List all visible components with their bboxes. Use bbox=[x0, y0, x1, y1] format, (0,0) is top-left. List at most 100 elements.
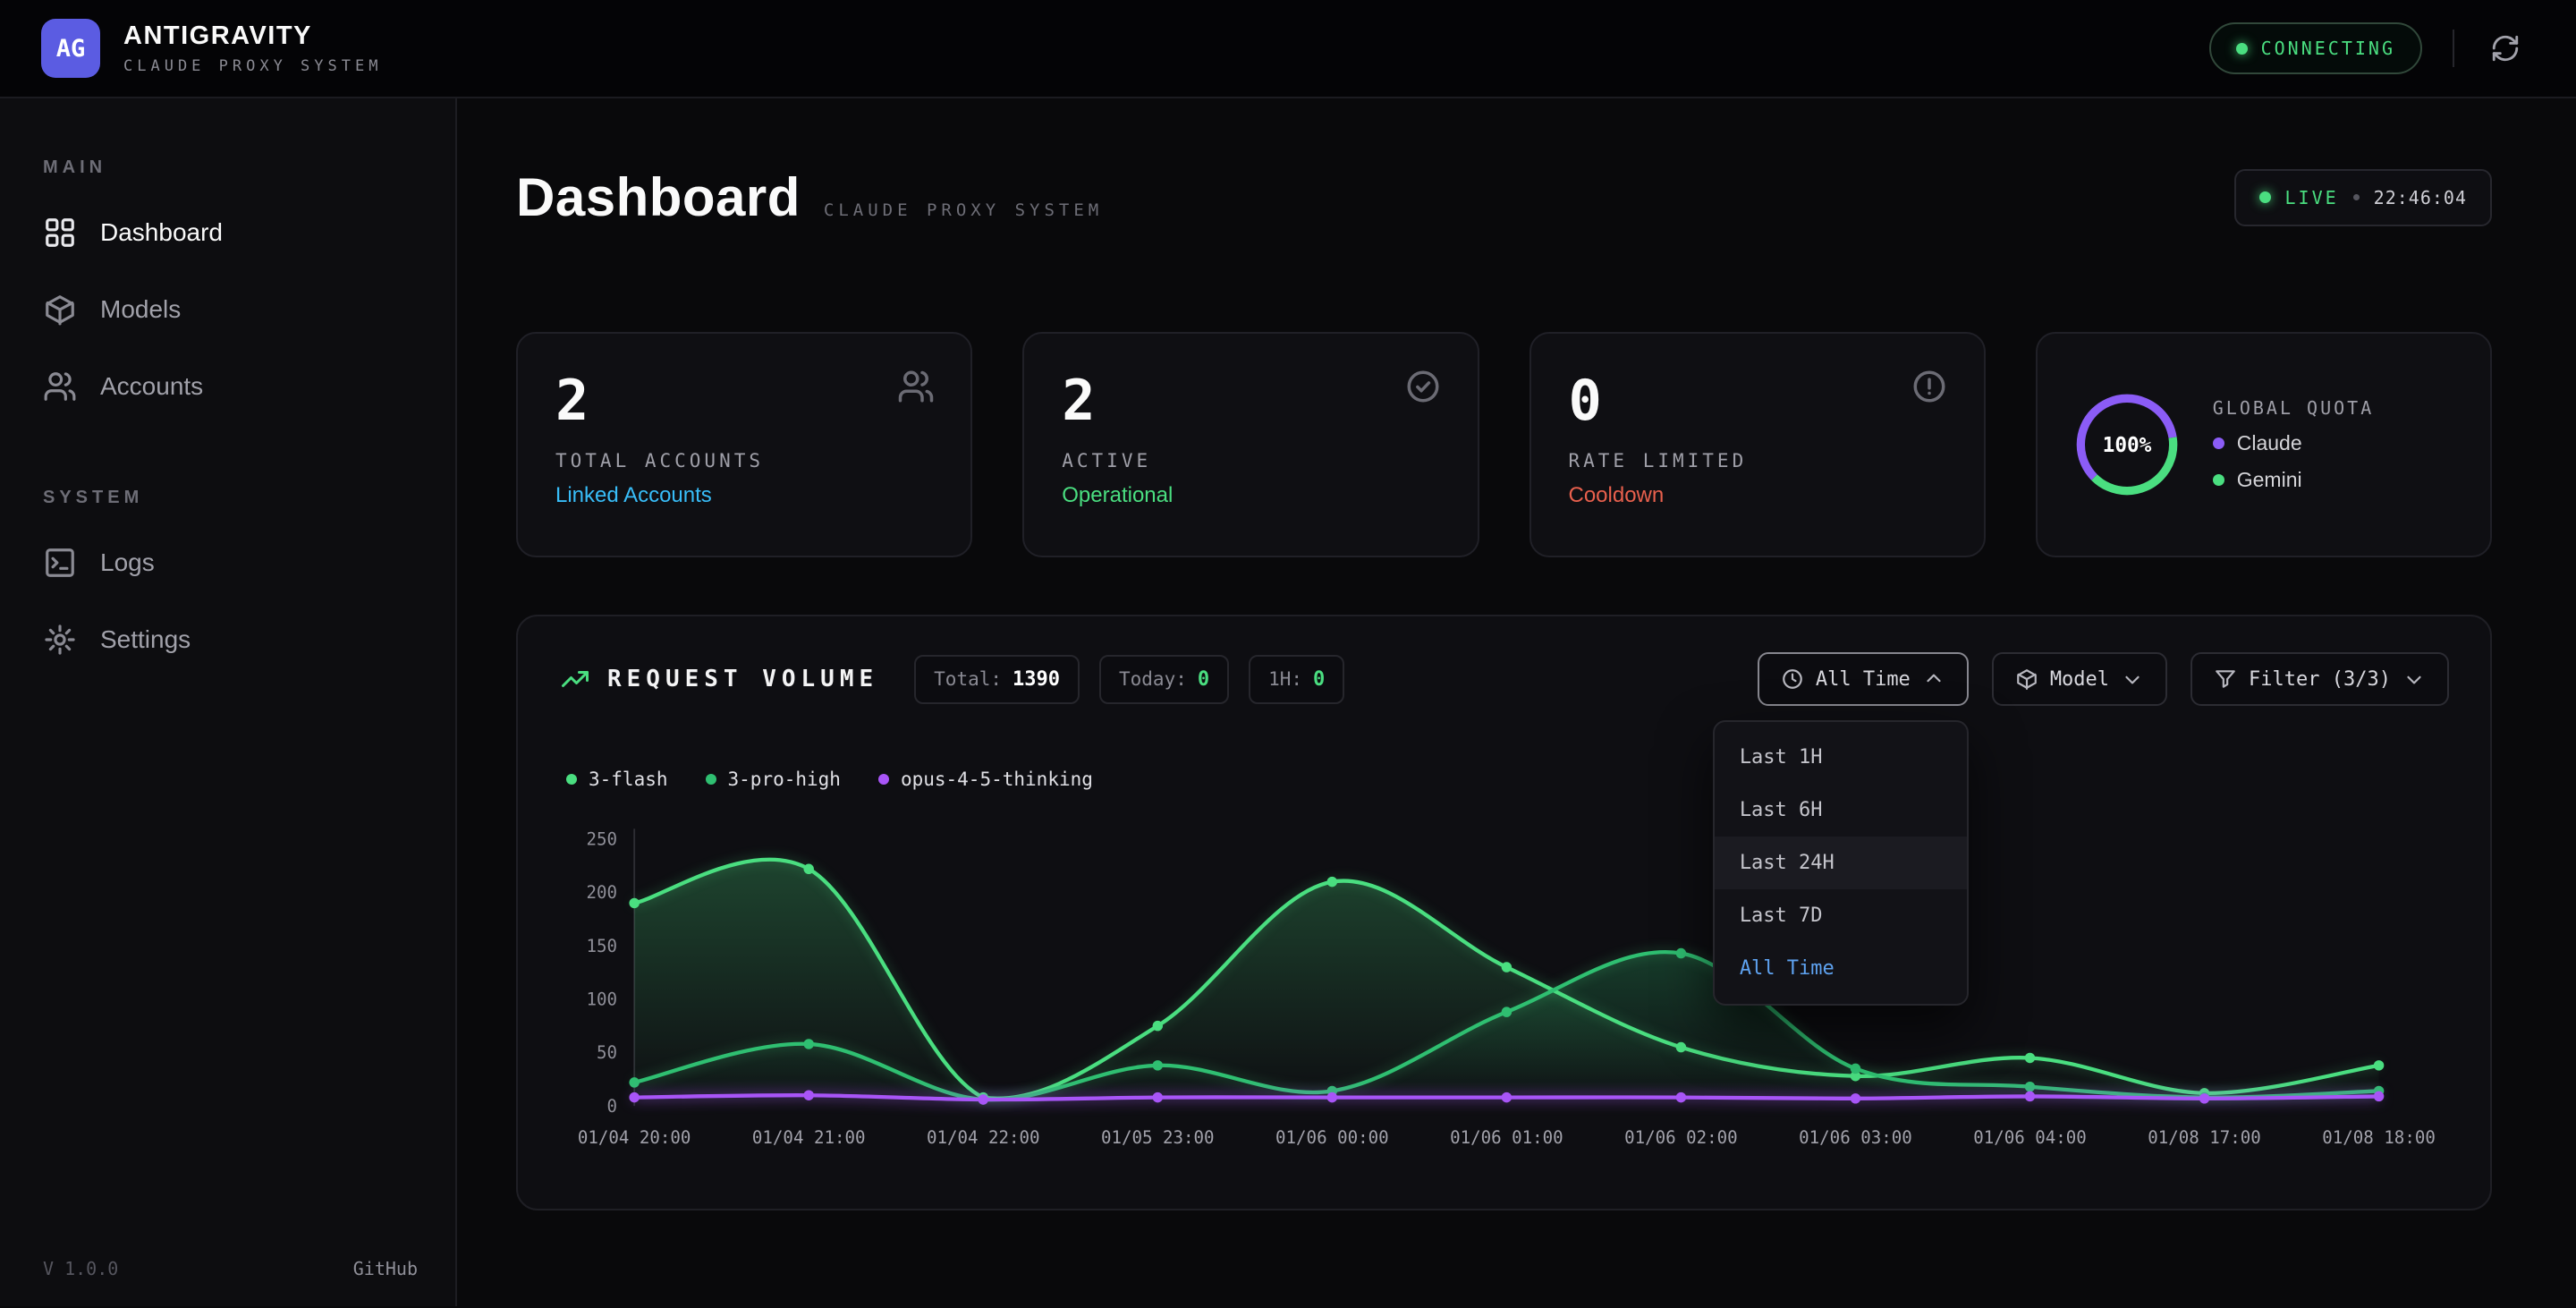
svg-text:01/08 17:00: 01/08 17:00 bbox=[2148, 1127, 2261, 1148]
stat-card-active: 2 ACTIVE Operational bbox=[1022, 332, 1479, 557]
svg-text:01/05 23:00: 01/05 23:00 bbox=[1101, 1127, 1215, 1148]
users-icon bbox=[897, 368, 935, 405]
connection-status-badge: CONNECTING bbox=[2209, 22, 2422, 74]
app-title: ANTIGRAVITY bbox=[123, 21, 382, 51]
chip-today: Today: 0 bbox=[1099, 655, 1229, 704]
sidebar-item-label: Logs bbox=[100, 548, 155, 577]
stat-value: 0 bbox=[1569, 373, 1946, 429]
sidebar-item-logs[interactable]: Logs bbox=[0, 524, 455, 601]
stat-sub: Linked Accounts bbox=[555, 483, 933, 508]
quota-label: GLOBAL QUOTA bbox=[2213, 397, 2375, 419]
funnel-icon bbox=[2214, 667, 2237, 691]
trending-up-icon bbox=[559, 663, 591, 695]
legend-name: 3-pro-high bbox=[728, 769, 841, 790]
users-icon bbox=[43, 369, 77, 403]
sidebar-footer: V 1.0.0 GitHub bbox=[43, 1258, 418, 1279]
chevron-down-icon bbox=[2402, 667, 2426, 691]
time-range-button[interactable]: All Time bbox=[1758, 652, 1969, 706]
chip-label: Today: bbox=[1119, 668, 1187, 690]
stat-label: TOTAL ACCOUNTS bbox=[555, 450, 933, 471]
svg-text:01/08 18:00: 01/08 18:00 bbox=[2322, 1127, 2436, 1148]
legend-name: opus-4-5-thinking bbox=[901, 769, 1093, 790]
svg-text:01/06 00:00: 01/06 00:00 bbox=[1275, 1127, 1389, 1148]
quota-ring-chart: 100% bbox=[2072, 389, 2182, 500]
chip-value: 0 bbox=[1313, 668, 1325, 691]
refresh-icon bbox=[2490, 33, 2521, 64]
sidebar-item-label: Models bbox=[100, 295, 181, 324]
page-subtitle: CLAUDE PROXY SYSTEM bbox=[824, 200, 1103, 220]
sidebar-item-settings[interactable]: Settings bbox=[0, 601, 455, 678]
live-clock: 22:46:04 bbox=[2374, 187, 2467, 208]
legend-item-3-pro-high: 3-pro-high bbox=[706, 769, 841, 790]
sidebar-item-dashboard[interactable]: Dashboard bbox=[0, 194, 455, 271]
svg-text:01/04 21:00: 01/04 21:00 bbox=[752, 1127, 866, 1148]
svg-text:200: 200 bbox=[587, 882, 618, 903]
main-content: Dashboard CLAUDE PROXY SYSTEM LIVE 22:46… bbox=[457, 98, 2576, 1306]
legend-name: 3-flash bbox=[589, 769, 668, 790]
chip-1h: 1H: 0 bbox=[1249, 655, 1344, 704]
chip-total: Total: 1390 bbox=[914, 655, 1080, 704]
connection-status-label: CONNECTING bbox=[2261, 38, 2395, 59]
chip-label: Total: bbox=[934, 668, 1002, 690]
version-label: V 1.0.0 bbox=[43, 1258, 118, 1279]
stat-label: ACTIVE bbox=[1062, 450, 1439, 471]
chevron-down-icon bbox=[2121, 667, 2144, 691]
nav-section-system: SYSTEM bbox=[0, 488, 455, 508]
stat-sub: Operational bbox=[1062, 483, 1439, 508]
live-label: LIVE bbox=[2285, 187, 2339, 208]
sidebar-item-models[interactable]: Models bbox=[0, 271, 455, 348]
stat-sub: Cooldown bbox=[1569, 483, 1946, 508]
live-dot-icon bbox=[2259, 191, 2271, 203]
page-header: Dashboard CLAUDE PROXY SYSTEM LIVE 22:46… bbox=[516, 166, 2492, 228]
model-filter-label: Model bbox=[2050, 668, 2109, 691]
quota-percent: 100% bbox=[2102, 434, 2151, 457]
quota-legend-name: Gemini bbox=[2237, 468, 2302, 492]
legend-dot-icon bbox=[706, 774, 716, 785]
quota-legend-gemini: Gemini bbox=[2213, 468, 2375, 492]
dropdown-item-last-24h[interactable]: Last 24H bbox=[1715, 837, 1967, 889]
sidebar-item-label: Settings bbox=[100, 625, 191, 654]
gemini-dot-icon bbox=[2213, 474, 2224, 486]
svg-text:01/04 20:00: 01/04 20:00 bbox=[578, 1127, 691, 1148]
divider bbox=[2453, 30, 2454, 67]
time-range-dropdown: Last 1H Last 6H Last 24H Last 7D All Tim… bbox=[1713, 720, 1969, 1006]
legend-dot-icon bbox=[566, 774, 577, 785]
chart-controls: All Time Last 1H Last 6H Last 24H Last 7… bbox=[1758, 652, 2449, 706]
sidebar: MAIN Dashboard Models Accounts SYSTEM bbox=[0, 98, 457, 1306]
gear-icon bbox=[43, 623, 77, 657]
cube-icon bbox=[2015, 667, 2038, 691]
dropdown-item-last-6h[interactable]: Last 6H bbox=[1715, 784, 1967, 837]
request-volume-line-chart: 05010015020025001/04 20:0001/04 21:0001/… bbox=[559, 817, 2449, 1169]
refresh-button[interactable] bbox=[2485, 28, 2526, 69]
stat-card-global-quota: 100% GLOBAL QUOTA Claude Gemini bbox=[2036, 332, 2492, 557]
dropdown-item-all-time[interactable]: All Time bbox=[1715, 942, 1967, 995]
chevron-up-icon bbox=[1922, 667, 1945, 691]
model-filter-button[interactable]: Model bbox=[1992, 652, 2167, 706]
cube-icon bbox=[43, 293, 77, 327]
stat-value: 2 bbox=[1062, 373, 1439, 429]
chip-value: 1390 bbox=[1013, 668, 1060, 691]
svg-text:50: 50 bbox=[597, 1042, 617, 1063]
claude-dot-icon bbox=[2213, 437, 2224, 449]
stats-row: 2 TOTAL ACCOUNTS Linked Accounts 2 ACTIV… bbox=[516, 332, 2492, 557]
stat-value: 2 bbox=[555, 373, 933, 429]
nav-section-main: MAIN bbox=[0, 157, 455, 178]
svg-text:01/06 03:00: 01/06 03:00 bbox=[1799, 1127, 1912, 1148]
dropdown-item-last-7d[interactable]: Last 7D bbox=[1715, 889, 1967, 942]
top-bar: AG ANTIGRAVITY CLAUDE PROXY SYSTEM CONNE… bbox=[0, 0, 2576, 98]
filter-label: Filter (3/3) bbox=[2249, 668, 2391, 691]
dropdown-item-last-1h[interactable]: Last 1H bbox=[1715, 731, 1967, 784]
github-link[interactable]: GitHub bbox=[353, 1258, 418, 1279]
sidebar-item-accounts[interactable]: Accounts bbox=[0, 348, 455, 425]
app-logo: AG bbox=[41, 19, 100, 78]
brand-text: ANTIGRAVITY CLAUDE PROXY SYSTEM bbox=[123, 21, 382, 75]
topbar-right: CONNECTING bbox=[2209, 22, 2526, 74]
clock-icon bbox=[1781, 667, 1804, 691]
live-status-badge: LIVE 22:46:04 bbox=[2234, 169, 2493, 226]
filter-button[interactable]: Filter (3/3) bbox=[2190, 652, 2449, 706]
chart-legend: 3-flash 3-pro-high opus-4-5-thinking bbox=[559, 769, 2449, 790]
quota-info: GLOBAL QUOTA Claude Gemini bbox=[2213, 397, 2375, 492]
svg-text:150: 150 bbox=[587, 936, 618, 956]
request-volume-card: REQUEST VOLUME Total: 1390 Today: 0 1H: … bbox=[516, 615, 2492, 1210]
stat-card-rate-limited: 0 RATE LIMITED Cooldown bbox=[1530, 332, 1986, 557]
